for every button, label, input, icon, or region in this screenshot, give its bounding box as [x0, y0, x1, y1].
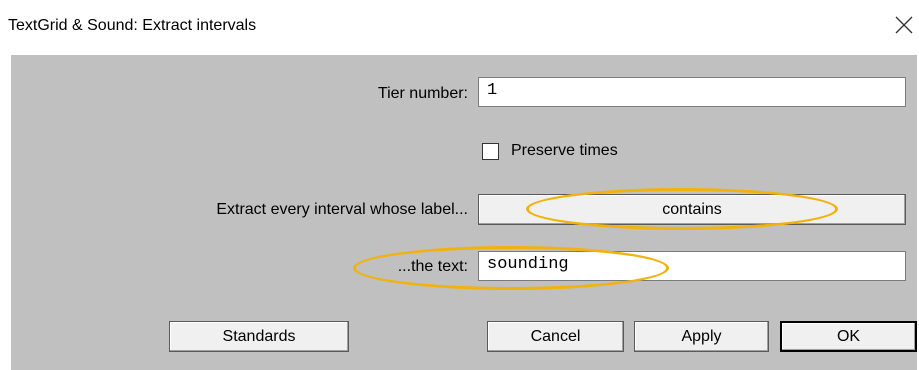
extract-mode-select[interactable]: contains [478, 194, 906, 225]
apply-button[interactable]: Apply [634, 321, 769, 352]
standards-button[interactable]: Standards [169, 321, 349, 352]
title-bar: TextGrid & Sound: Extract intervals [0, 0, 919, 55]
the-text-field[interactable]: sounding [478, 251, 906, 281]
preserve-times-label: Preserve times [511, 142, 618, 159]
ok-button[interactable]: OK [780, 321, 917, 352]
tier-number-field[interactable]: 1 [478, 77, 906, 107]
the-text-label: ...the text: [397, 258, 468, 275]
cancel-button[interactable]: Cancel [487, 321, 624, 352]
window-title: TextGrid & Sound: Extract intervals [8, 17, 257, 34]
extract-mode-label: Extract every interval whose label... [216, 201, 468, 218]
preserve-times-checkbox[interactable] [482, 143, 499, 160]
close-icon[interactable] [893, 14, 915, 36]
tier-number-label: Tier number: [377, 85, 468, 102]
